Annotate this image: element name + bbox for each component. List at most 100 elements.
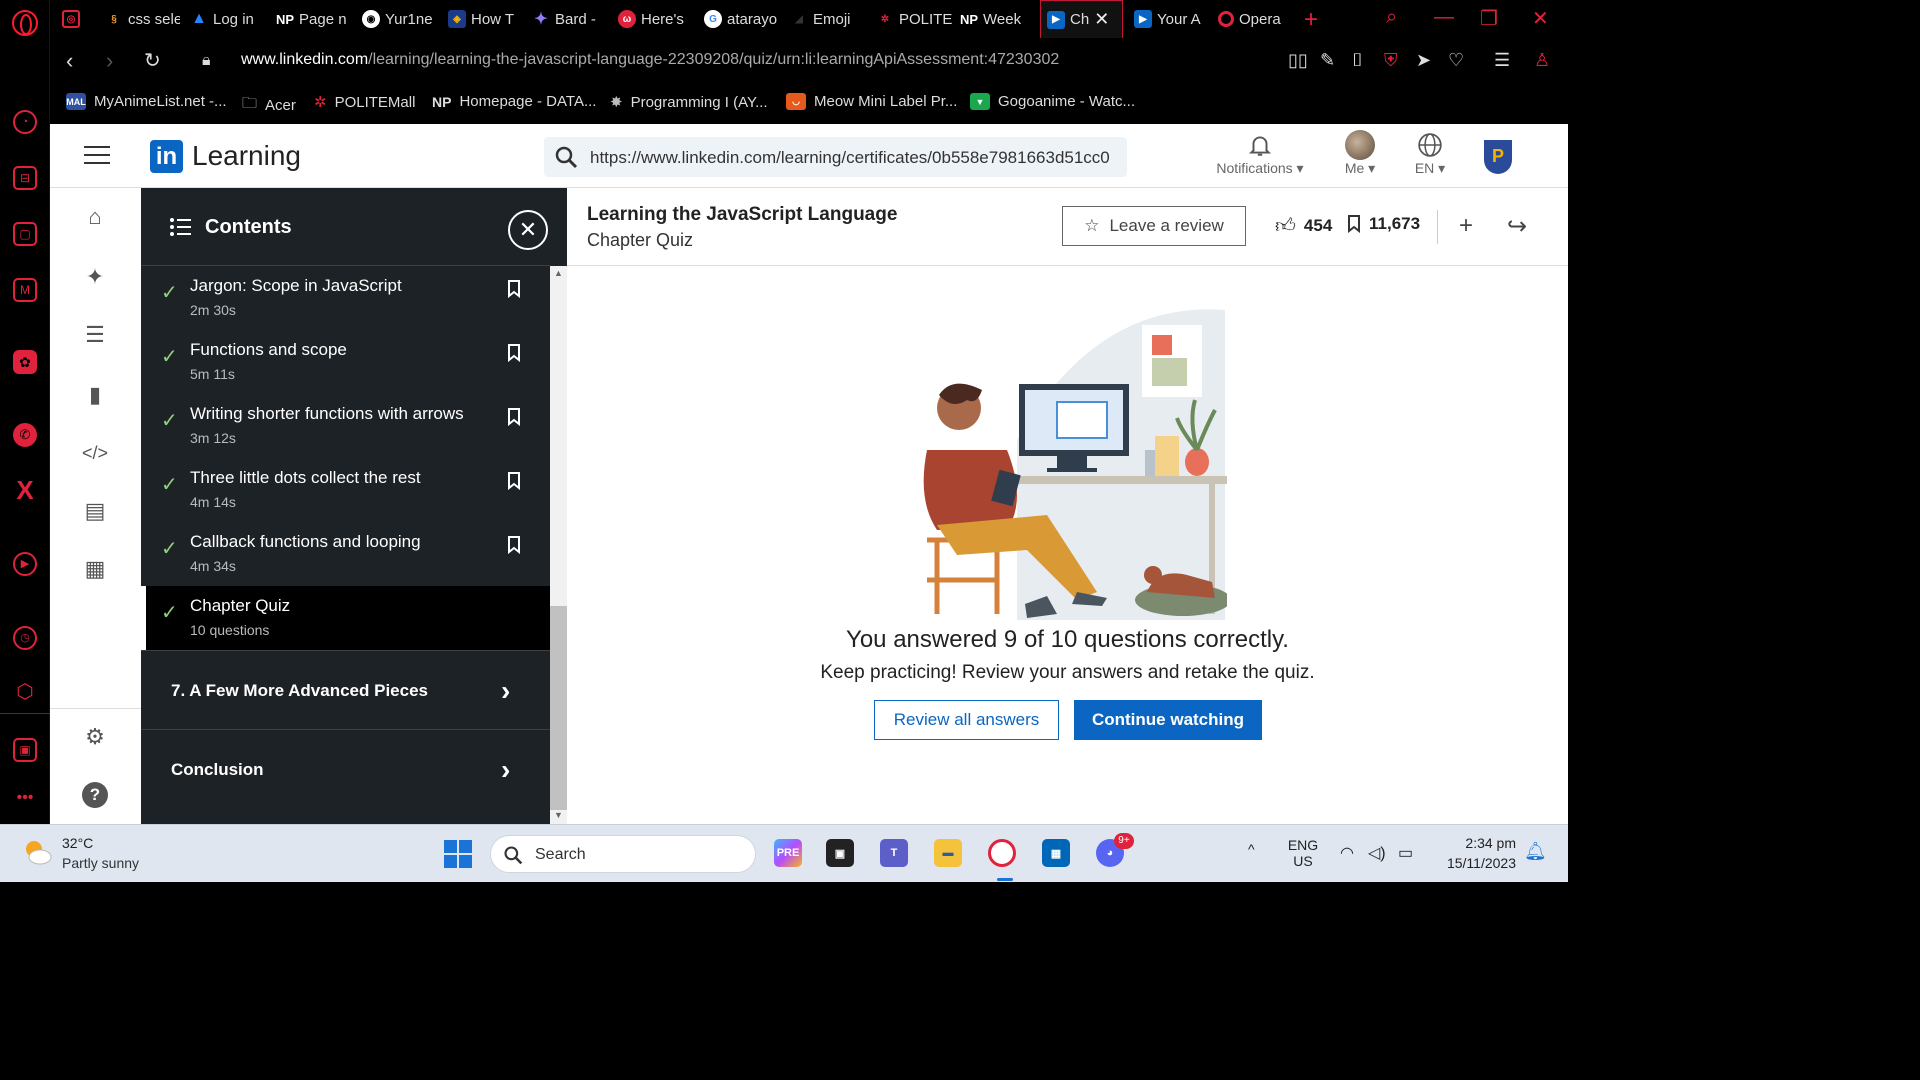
notes-icon[interactable]: ▤ [82,498,108,524]
language-menu[interactable]: EN ▾ [1406,130,1454,177]
notifications-menu[interactable]: Notifications ▾ [1208,130,1312,177]
tab[interactable]: NP Week [960,4,1040,34]
whatsapp-icon[interactable]: ✆ [13,423,37,447]
bookmark-item[interactable]: ◡ Meow Mini Label Pr... [786,93,957,110]
linkedin-logo[interactable]: in [150,140,183,173]
profile-icon[interactable]: ♙ [1534,50,1550,71]
reader-icon[interactable]: ▯▯ [1288,50,1308,71]
bookmark-icon[interactable] [507,408,521,426]
speed-dial-icon[interactable]: ◔ [13,110,37,134]
bookmark-icon[interactable] [507,280,521,298]
notification-bell-icon[interactable]: 🔔︎ [1524,841,1547,862]
tab[interactable]: ◉ Yur1ne [362,4,442,34]
weather-temperature[interactable]: 32°C [62,835,93,851]
tab[interactable]: Opera [1218,4,1298,34]
brand-name[interactable]: Learning [192,140,301,172]
section-row[interactable]: 7. A Few More Advanced Pieces › [141,650,550,728]
section-row[interactable]: Conclusion › [141,729,550,807]
bookmark-item[interactable]: ▼ Gogoanime - Watc... [970,93,1135,110]
scrollbar-thumb[interactable] [550,606,567,810]
adblock-shield-icon[interactable]: ⛨ [1384,50,1398,71]
toc-item[interactable]: ✓ Jargon: Scope in JavaScript 2m 30s [141,266,550,330]
chatgpt-icon[interactable]: ✿ [13,350,37,374]
bookmark-item[interactable]: ✸ Programming I (AY... [610,93,768,112]
tab[interactable]: ◢ Emoji [790,4,870,34]
scroll-down-icon[interactable]: ▼ [554,810,563,820]
send-icon[interactable]: ➤ [1416,50,1431,71]
weather-description[interactable]: Partly sunny [62,855,139,871]
calendar-icon[interactable]: ▦ [82,556,108,582]
history-icon[interactable]: ◷ [13,626,37,650]
tab-search-icon[interactable]: ⌕ [1386,6,1397,29]
leave-review-button[interactable]: ☆ Leave a review [1062,206,1246,246]
url-field[interactable]: www.linkedin.com/learning/learning-the-j… [241,51,1059,69]
toc-item[interactable]: ✓ Callback functions and looping 4m 34s [141,522,550,586]
close-contents-button[interactable]: ✕ [508,210,548,250]
review-answers-button[interactable]: Review all answers [874,700,1059,740]
cube-icon[interactable]: ⬡ [13,680,37,704]
teams-icon[interactable]: T [880,839,908,867]
forward-icon[interactable]: › [106,48,113,74]
contents-scrollbar[interactable]: ▲ ▼ [550,266,567,824]
bookmark-icon[interactable] [507,344,521,362]
close-window-icon[interactable]: ✕ [1532,6,1549,31]
toc-item[interactable]: ✓ Three little dots collect the rest 4m … [141,458,550,522]
search-input[interactable]: https://www.linkedin.com/learning/certif… [544,137,1127,177]
player-icon[interactable]: ▶ [13,552,37,576]
me-menu[interactable]: Me ▾ [1336,130,1384,177]
add-icon[interactable]: + [1459,212,1473,240]
continue-watching-button[interactable]: Continue watching [1074,700,1262,740]
tab-active[interactable]: ▶ Ch ✕ [1040,0,1123,38]
taskbar-search[interactable]: Search [490,835,756,873]
likes-count[interactable]: 👍︎ 454 [1275,214,1332,238]
crypto-wallet-icon[interactable]: M [13,278,37,302]
tab[interactable]: ✲ POLITE [876,4,954,34]
reload-icon[interactable]: ↻ [144,48,161,73]
easy-setup-icon[interactable]: ☰ [1494,50,1510,71]
gallery-icon[interactable]: ▣ [13,738,37,762]
tab[interactable]: ◈ How T [448,4,523,34]
aria-icon[interactable]: ⊟ [13,166,37,190]
saves-count[interactable]: 11,673 [1347,214,1420,234]
heart-icon[interactable]: ♡ [1448,50,1464,71]
code-icon[interactable]: </> [82,440,108,466]
edit-icon[interactable]: ✎ [1320,50,1335,71]
book-icon[interactable]: ▮ [82,382,108,408]
toc-item[interactable]: ✓ Writing shorter functions with arrows … [141,394,550,458]
file-explorer-icon[interactable]: ▬ [934,839,962,867]
microsoft-store-icon[interactable]: ▦ [1042,839,1070,867]
battery-icon[interactable]: ▭ [1398,843,1413,863]
task-view-icon[interactable]: ▣ [826,839,854,867]
tab[interactable]: ω Here's [618,4,698,34]
organization-logo[interactable]: P [1484,140,1512,174]
bookmark-item[interactable]: MAL MyAnimeList.net -... [66,93,227,110]
chevron-up-icon[interactable]: ^ [1248,841,1255,857]
toc-item-current[interactable]: ✓ Chapter Quiz 10 questions [141,586,550,650]
share-icon[interactable]: ↪ [1507,212,1527,241]
toc-item[interactable]: ✓ Functions and scope 5m 11s [141,330,550,394]
tab[interactable]: NP Page n [276,4,356,34]
tab[interactable]: Gatarayo [704,4,784,34]
bookmark-folder[interactable]: 🗀︎ Acer [242,93,296,118]
menu-icon[interactable] [84,146,110,164]
wifi-icon[interactable]: ◠ [1340,843,1354,863]
x-twitter-icon[interactable]: X [13,477,37,503]
partly-sunny-icon[interactable] [22,837,52,867]
close-tab-icon[interactable]: ✕ [1094,9,1109,30]
tab[interactable]: ✦ Bard - [532,4,607,34]
back-icon[interactable]: ‹ [66,48,73,74]
tab[interactable]: § css sele [105,4,180,34]
tab[interactable]: ▲ Log in [190,4,270,34]
bookmark-item[interactable]: ✲ POLITEMall [314,93,415,112]
list-icon[interactable]: ☰ [82,322,108,348]
twitch-icon[interactable]: ▢ [13,222,37,246]
bookmark-icon[interactable] [507,536,521,554]
opera-logo-icon[interactable] [12,10,38,36]
workspace-icon[interactable]: ◎ [62,4,80,34]
more-icon[interactable]: ••• [13,786,37,810]
volume-icon[interactable]: ◁) [1368,843,1386,863]
input-language[interactable]: ENG US [1286,837,1320,869]
new-tab-icon[interactable]: + [1304,6,1318,34]
home-icon[interactable]: ⌂ [82,204,108,230]
help-icon[interactable]: ? [82,782,108,808]
